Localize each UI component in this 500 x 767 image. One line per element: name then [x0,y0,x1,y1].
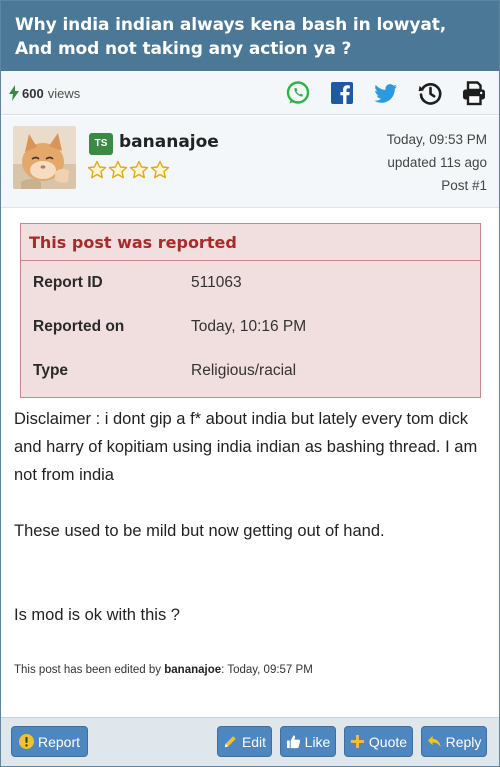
avatar[interactable] [13,126,76,189]
post-time: Today, 09:53 PM [386,132,487,147]
like-button[interactable]: Like [280,726,336,757]
report-key: Reported on [33,318,125,335]
report-value: Religious/racial [191,362,297,379]
quote-button-label: Quote [368,733,408,750]
star-icon [129,160,149,179]
report-button[interactable]: Report [11,726,88,757]
report-row: Report ID 511063 [33,274,463,296]
edit-note-suffix: : Today, 09:57 PM [221,664,313,676]
post-updated: updated 11s ago [387,155,487,170]
views-label: views [47,85,81,101]
views-count: 600 [22,85,44,101]
post-header: TS bananajoe Today, 09:53 PM updated 11s… [1,116,499,208]
edit-note-editor[interactable]: bananajoe [164,664,221,676]
facebook-icon[interactable] [329,80,355,106]
warning-icon [18,734,34,749]
star-icon [150,160,170,179]
report-button-label: Report [37,733,81,750]
report-row: Type Religious/racial [33,362,463,384]
edit-note-prefix: This post has been edited by [14,664,162,676]
like-button-label: Like [304,733,331,750]
post-number[interactable]: Post #1 [387,174,487,197]
post-paragraph: Is mod is ok with this ? [14,606,180,624]
post-container: Why india indian always kena bash in low… [0,0,500,767]
reply-button[interactable]: Reply [421,726,487,757]
thread-starter-badge: TS [89,133,113,155]
thumbs-up-icon [286,735,300,749]
lightning-icon [9,85,19,101]
thread-title: Why india indian always kena bash in low… [15,15,447,59]
reply-arrow-icon [427,735,441,748]
edit-button[interactable]: Edit [217,726,272,757]
whatsapp-icon[interactable] [285,80,311,106]
post-actions: Report Edit Like Quote Reply [1,717,499,766]
rating-stars [87,160,170,180]
star-icon [87,160,107,179]
views-counter: 600 views [9,83,80,103]
reply-button-label: Reply [445,733,482,750]
post-paragraph: Disclaimer : i dont gip a f* about india… [14,410,478,484]
post-body: Disclaimer : i dont gip a f* about india… [14,405,489,657]
report-value: Today, 10:16 PM [191,318,307,335]
edit-button-label: Edit [241,733,267,750]
plus-icon [350,734,364,749]
edit-note: This post has been edited by bananajoe: … [14,664,313,676]
report-title: This post was reported [21,224,480,261]
share-toolbar [285,79,487,107]
history-icon[interactable] [417,80,443,106]
twitter-icon[interactable] [373,80,399,106]
report-row: Reported on Today, 10:16 PM [33,318,463,340]
stats-bar: 600 views [1,71,499,115]
print-icon[interactable] [461,80,487,106]
post-paragraph: These used to be mild but now getting ou… [14,522,385,540]
quote-button[interactable]: Quote [344,726,413,757]
star-icon [108,160,128,179]
pencil-icon [224,736,236,748]
report-key: Type [33,362,69,379]
thread-header: Why india indian always kena bash in low… [1,1,499,71]
report-value: 511063 [191,274,242,291]
report-key: Report ID [33,274,103,291]
post-meta: Today, 09:53 PM updated 11s ago Post #1 [387,128,487,197]
username[interactable]: bananajoe [119,132,219,152]
report-notice: This post was reported Report ID 511063 … [20,223,481,398]
